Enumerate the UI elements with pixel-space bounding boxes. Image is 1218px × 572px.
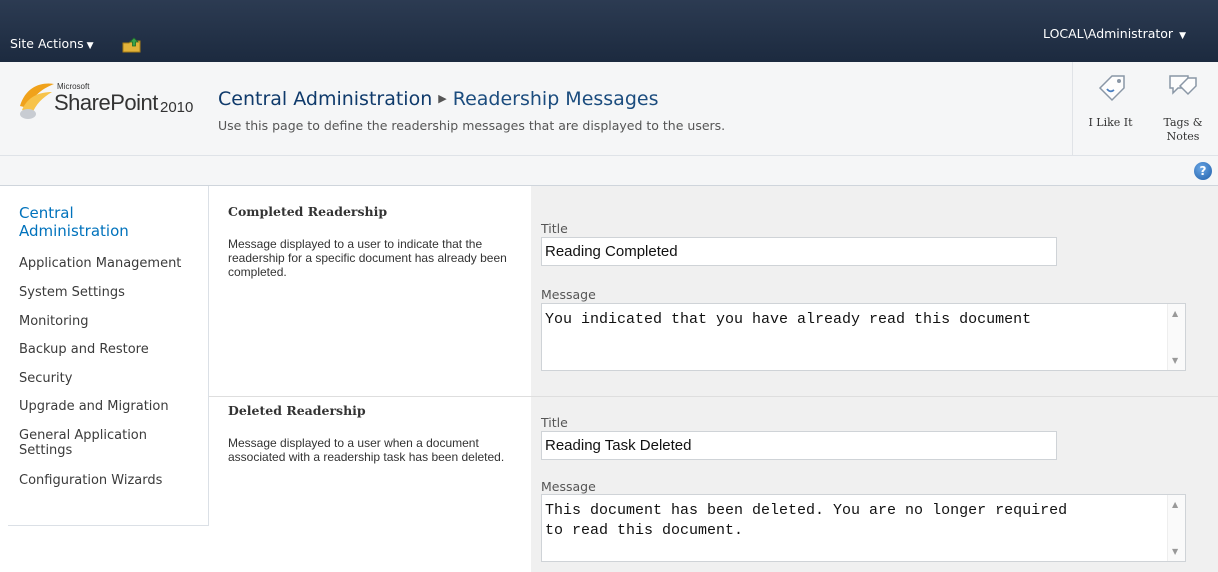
user-menu[interactable]: LOCAL\Administrator ▼ <box>1043 26 1186 41</box>
breadcrumb-separator-icon: ▶ <box>438 92 447 105</box>
nav-item-general-application-settings[interactable]: General Application Settings <box>19 428 147 458</box>
sharepoint-logo-icon <box>20 83 54 119</box>
scroll-up-icon[interactable]: ▲ <box>1172 309 1178 318</box>
nav-item-monitoring[interactable]: Monitoring <box>19 314 89 329</box>
section-deleted-readership: Deleted Readership Message displayed to … <box>209 396 1218 572</box>
tags-notes-line2: Notes <box>1166 130 1200 143</box>
user-name: LOCAL\Administrator <box>1043 26 1174 41</box>
message-field-label: Message <box>541 479 596 494</box>
tags-notes-line1: Tags & <box>1163 116 1203 129</box>
nav-item-application-management[interactable]: Application Management <box>19 256 181 271</box>
quick-launch: Central Administration Application Manag… <box>8 186 209 526</box>
logo-version-text: 2010 <box>160 99 194 116</box>
section-fields-panel: Title Reading Completed Message You indi… <box>531 186 1218 396</box>
top-bar: Site Actions ▼ LOCAL\Administrator ▼ <box>0 0 1218 62</box>
scrollbar[interactable]: ▲ ▼ <box>1167 495 1185 561</box>
scroll-up-icon[interactable]: ▲ <box>1172 500 1178 509</box>
tags-notes-label: Tags & Notes <box>1148 116 1218 144</box>
nav-item-gas-line1: General Application <box>19 428 148 443</box>
message-text: This document has been deleted. You are … <box>545 502 1068 539</box>
nav-item-upgrade-migration[interactable]: Upgrade and Migration <box>19 399 169 414</box>
section-description: Message displayed to a user when a docum… <box>228 436 505 464</box>
chevron-down-icon: ▼ <box>1179 31 1186 41</box>
message-text: You indicated that you have already read… <box>545 311 1032 328</box>
logo-product-text: SharePoint <box>54 90 158 115</box>
tags-and-notes-button[interactable]: Tags & Notes <box>1148 62 1218 156</box>
nav-item-backup-restore[interactable]: Backup and Restore <box>19 342 149 357</box>
title-area: Microsoft SharePoint 2010 Central Admini… <box>0 62 1218 156</box>
completed-title-input[interactable]: Reading Completed <box>541 237 1057 266</box>
section-fields-panel: Title Reading Task Deleted Message This … <box>531 397 1218 572</box>
scroll-down-icon[interactable]: ▼ <box>1172 547 1178 556</box>
nav-item-gas-line2: Settings <box>19 443 73 458</box>
site-actions-menu[interactable]: Site Actions ▼ <box>10 36 94 51</box>
deleted-title-input[interactable]: Reading Task Deleted <box>541 431 1057 460</box>
section-title: Deleted Readership <box>228 403 366 418</box>
thumbs-up-tag-icon <box>1098 75 1125 102</box>
deleted-message-textarea[interactable]: This document has been deleted. You are … <box>541 494 1186 562</box>
section-completed-readership: Completed Readership Message displayed t… <box>209 186 1218 396</box>
scroll-down-icon[interactable]: ▼ <box>1172 356 1178 365</box>
sharepoint-logo[interactable]: Microsoft SharePoint 2010 <box>16 76 216 132</box>
page-title: Readership Messages <box>452 88 659 110</box>
nav-item-security[interactable]: Security <box>19 371 72 386</box>
i-like-it-label: I Like It <box>1088 116 1133 129</box>
section-description: Message displayed to a user to indicate … <box>228 237 507 279</box>
title-field-label: Title <box>541 221 568 236</box>
nav-item-configuration-wizards[interactable]: Configuration Wizards <box>19 473 162 488</box>
site-actions-label: Site Actions <box>10 36 84 51</box>
help-bar: ? <box>0 156 1218 186</box>
section-title: Completed Readership <box>228 204 388 219</box>
title-field-label: Title <box>541 415 568 430</box>
scrollbar[interactable]: ▲ ▼ <box>1167 304 1185 370</box>
message-field-label: Message <box>541 287 596 302</box>
breadcrumb-root-link[interactable]: Central Administration <box>218 88 432 110</box>
i-like-it-button[interactable]: I Like It <box>1072 62 1148 156</box>
nav-head-line1: Central <box>19 204 74 222</box>
completed-message-textarea[interactable]: You indicated that you have already read… <box>541 303 1186 371</box>
help-icon[interactable]: ? <box>1194 162 1212 180</box>
section-description-panel: Deleted Readership Message displayed to … <box>209 397 531 572</box>
nav-head-line2: Administration <box>19 222 129 240</box>
tags-notes-icon <box>1169 75 1197 96</box>
chevron-down-icon: ▼ <box>86 41 94 51</box>
nav-central-administration[interactable]: Central Administration <box>19 204 129 240</box>
breadcrumb: Central Administration ▶ Readership Messag… <box>218 88 658 110</box>
navigate-up-icon[interactable] <box>122 36 142 53</box>
page-description: Use this page to define the readership m… <box>218 118 726 133</box>
section-description-panel: Completed Readership Message displayed t… <box>209 186 531 396</box>
nav-item-system-settings[interactable]: System Settings <box>19 285 125 300</box>
